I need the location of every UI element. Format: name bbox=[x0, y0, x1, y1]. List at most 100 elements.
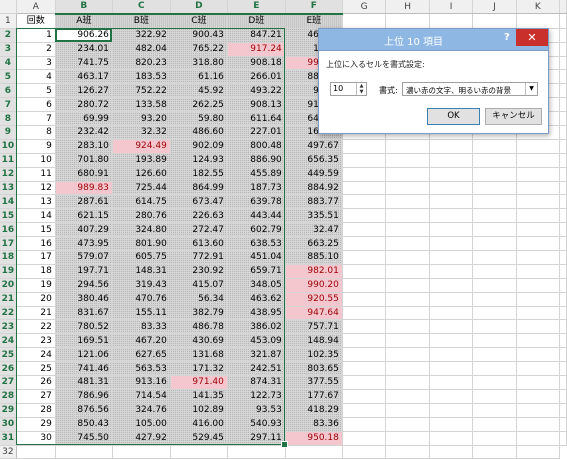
cell[interactable] bbox=[385, 431, 430, 446]
cell[interactable] bbox=[342, 319, 387, 335]
cell[interactable] bbox=[516, 292, 561, 307]
cell[interactable] bbox=[385, 319, 430, 335]
cell[interactable] bbox=[559, 389, 567, 404]
column-header-a[interactable]: A bbox=[16, 0, 56, 15]
cell[interactable] bbox=[516, 347, 561, 363]
value-cell[interactable]: 126.60 bbox=[112, 167, 171, 182]
value-cell[interactable]: 989.83 bbox=[55, 181, 113, 196]
row-header[interactable]: 16 bbox=[0, 222, 17, 238]
cell[interactable] bbox=[472, 278, 517, 293]
cell[interactable] bbox=[472, 194, 517, 210]
cell[interactable] bbox=[472, 375, 517, 390]
value-cell[interactable]: 321.87 bbox=[227, 347, 286, 363]
value-cell[interactable]: 924.49 bbox=[112, 139, 171, 154]
value-cell[interactable]: 382.79 bbox=[170, 306, 228, 321]
column-header-j[interactable]: J bbox=[472, 0, 517, 15]
index-cell[interactable]: 13 bbox=[16, 194, 56, 210]
cell[interactable] bbox=[342, 208, 387, 224]
value-cell[interactable]: 227.01 bbox=[227, 125, 286, 140]
cell[interactable] bbox=[516, 139, 561, 154]
cell[interactable] bbox=[472, 319, 517, 335]
value-cell[interactable]: 680.91 bbox=[55, 167, 113, 182]
value-cell[interactable]: 59.80 bbox=[170, 111, 228, 127]
row-header[interactable]: 12 bbox=[0, 167, 17, 182]
value-cell[interactable]: 438.95 bbox=[227, 306, 286, 321]
cell[interactable] bbox=[559, 83, 567, 99]
cell[interactable] bbox=[559, 139, 567, 154]
value-cell[interactable]: 463.17 bbox=[55, 69, 113, 85]
header-cell[interactable]: B班 bbox=[112, 13, 171, 29]
value-cell[interactable]: 820.23 bbox=[112, 56, 171, 71]
cell[interactable] bbox=[429, 167, 474, 182]
row-header[interactable]: 21 bbox=[0, 292, 17, 307]
cell[interactable] bbox=[385, 167, 430, 182]
row-header[interactable]: 22 bbox=[0, 306, 17, 321]
value-cell[interactable]: 900.43 bbox=[170, 28, 228, 43]
row-header[interactable]: 8 bbox=[0, 111, 17, 127]
value-cell[interactable]: 294.56 bbox=[55, 278, 113, 293]
fill-handle[interactable] bbox=[281, 441, 289, 448]
value-cell[interactable]: 752.22 bbox=[112, 83, 171, 99]
value-cell[interactable]: 32.47 bbox=[285, 222, 343, 238]
cell[interactable] bbox=[429, 194, 474, 210]
header-cell[interactable]: A班 bbox=[55, 13, 113, 29]
cell[interactable] bbox=[342, 292, 387, 307]
cell[interactable] bbox=[559, 181, 567, 196]
value-cell[interactable]: 627.65 bbox=[112, 347, 171, 363]
value-cell[interactable]: 801.90 bbox=[112, 236, 171, 252]
cell[interactable] bbox=[342, 375, 387, 390]
cell[interactable] bbox=[516, 153, 561, 168]
value-cell[interactable]: 386.02 bbox=[227, 319, 286, 335]
cell[interactable] bbox=[472, 250, 517, 265]
row-header[interactable]: 18 bbox=[0, 250, 17, 265]
value-cell[interactable]: 540.93 bbox=[227, 417, 286, 432]
cell[interactable] bbox=[385, 389, 430, 404]
cell[interactable] bbox=[559, 292, 567, 307]
column-header-d[interactable]: D bbox=[170, 0, 228, 15]
value-cell[interactable]: 765.22 bbox=[170, 42, 228, 57]
index-cell[interactable]: 6 bbox=[16, 97, 56, 113]
format-select[interactable]: 濃い赤の文字、明るい赤の背景 ▼ bbox=[402, 82, 538, 96]
value-cell[interactable]: 318.80 bbox=[170, 56, 228, 71]
cell[interactable] bbox=[516, 417, 561, 432]
index-cell[interactable]: 19 bbox=[16, 278, 56, 293]
cell[interactable] bbox=[559, 208, 567, 224]
cell[interactable] bbox=[516, 431, 561, 446]
cell[interactable] bbox=[559, 111, 567, 127]
value-cell[interactable]: 947.64 bbox=[285, 306, 343, 321]
cell[interactable] bbox=[342, 222, 387, 238]
value-cell[interactable]: 741.46 bbox=[55, 361, 113, 377]
value-cell[interactable]: 772.91 bbox=[170, 250, 228, 265]
value-cell[interactable]: 272.47 bbox=[170, 222, 228, 238]
column-header-e[interactable]: E bbox=[227, 0, 286, 15]
value-cell[interactable]: 418.29 bbox=[285, 403, 343, 418]
cell[interactable] bbox=[385, 445, 430, 459]
value-cell[interactable]: 876.56 bbox=[55, 403, 113, 418]
value-cell[interactable]: 193.89 bbox=[112, 153, 171, 168]
count-spinner[interactable]: 10 ▲ ▼ bbox=[330, 82, 367, 96]
value-cell[interactable]: 850.43 bbox=[55, 417, 113, 432]
row-header[interactable]: 6 bbox=[0, 83, 17, 99]
cell[interactable] bbox=[342, 431, 387, 446]
column-header-h[interactable]: H bbox=[385, 0, 430, 15]
cell[interactable] bbox=[112, 445, 171, 459]
cell[interactable] bbox=[559, 278, 567, 293]
value-cell[interactable]: 430.69 bbox=[170, 333, 228, 349]
value-cell[interactable]: 605.75 bbox=[112, 250, 171, 265]
value-cell[interactable]: 230.92 bbox=[170, 264, 228, 279]
value-cell[interactable]: 133.58 bbox=[112, 97, 171, 113]
value-cell[interactable]: 741.75 bbox=[55, 56, 113, 71]
value-cell[interactable]: 714.54 bbox=[112, 389, 171, 404]
cell[interactable] bbox=[472, 222, 517, 238]
cell[interactable] bbox=[516, 236, 561, 252]
value-cell[interactable]: 486.78 bbox=[170, 319, 228, 335]
index-cell[interactable]: 17 bbox=[16, 250, 56, 265]
cell[interactable] bbox=[385, 250, 430, 265]
value-cell[interactable]: 148.31 bbox=[112, 264, 171, 279]
value-cell[interactable]: 322.92 bbox=[112, 28, 171, 43]
cell[interactable] bbox=[516, 13, 561, 29]
value-cell[interactable]: 226.63 bbox=[170, 208, 228, 224]
value-cell[interactable]: 105.00 bbox=[112, 417, 171, 432]
value-cell[interactable]: 45.92 bbox=[170, 83, 228, 99]
value-cell[interactable]: 171.32 bbox=[170, 361, 228, 377]
